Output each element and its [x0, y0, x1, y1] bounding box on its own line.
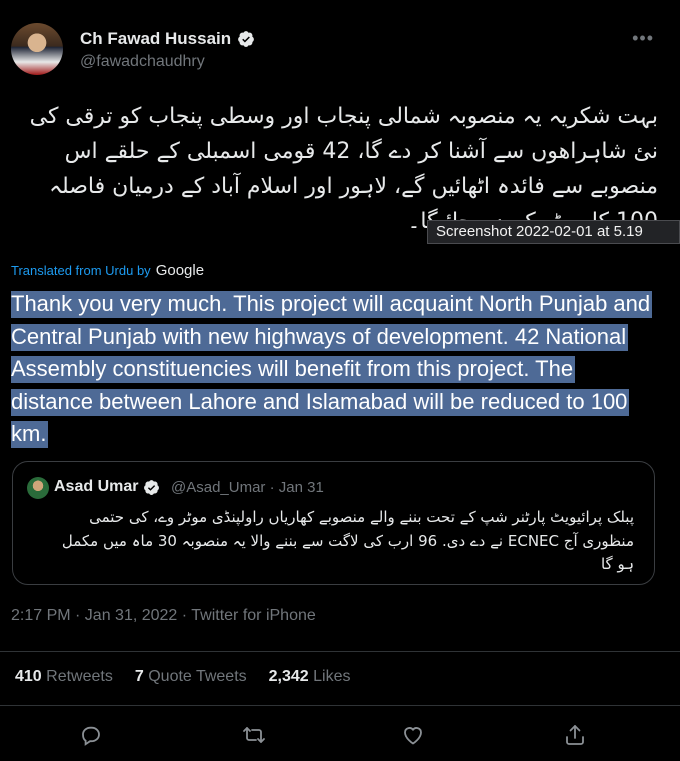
verified-badge-icon: [144, 479, 160, 495]
quoted-tweet-text: پبلک پرائیویٹ پارٹنر شپ کے تحت بننے والے…: [61, 508, 634, 573]
likes-label: Likes: [313, 668, 351, 685]
google-logo: Google: [155, 262, 205, 279]
quoted-author-avatar: [27, 477, 49, 499]
author-handle[interactable]: @fawadchaudhry: [80, 53, 205, 71]
quoted-author-name-row: Asad Umar: [54, 478, 160, 496]
likes-stat[interactable]: 2,342 Likes: [269, 668, 351, 686]
translated-label[interactable]: Translated from Urdu by: [11, 263, 151, 278]
divider: [0, 651, 680, 652]
quote-tweets-stat[interactable]: 7 Quote Tweets: [135, 668, 247, 686]
quoted-tweet-card[interactable]: Asad Umar @Asad_Umar · Jan 31 پبلک پرائی…: [12, 461, 655, 585]
likes-count: 2,342: [268, 668, 309, 685]
retweet-button[interactable]: [241, 722, 267, 748]
quotes-count: 7: [134, 668, 144, 685]
author-avatar[interactable]: [11, 23, 63, 75]
quoted-author-name: Asad Umar: [54, 478, 139, 495]
translation-text: Thank you very much. This project will a…: [11, 291, 653, 448]
share-button[interactable]: [562, 722, 588, 748]
quotes-label: Quote Tweets: [148, 668, 247, 685]
author-name[interactable]: Ch Fawad Hussain: [80, 29, 231, 49]
like-icon: [404, 727, 422, 745]
reply-icon: [82, 726, 100, 746]
divider: [0, 705, 680, 706]
retweets-count: 410: [15, 668, 42, 685]
tweet-timestamp[interactable]: 2:17 PM · Jan 31, 2022 · Twitter for iPh…: [11, 607, 316, 625]
more-icon[interactable]: •••: [632, 28, 654, 49]
retweet-icon: [243, 727, 265, 743]
like-button[interactable]: [400, 722, 426, 748]
retweets-stat[interactable]: 410 Retweets: [15, 668, 113, 686]
engagement-stats: 410 Retweets 7 Quote Tweets 2,342 Likes: [15, 668, 351, 686]
translation-attribution: Translated from Urdu by Google: [11, 262, 204, 279]
share-icon: [566, 725, 584, 745]
tweet-translation: Thank you very much. This project will a…: [11, 288, 661, 451]
retweets-label: Retweets: [46, 668, 113, 685]
screenshot-tooltip: Screenshot 2022-02-01 at 5.19: [427, 220, 680, 244]
verified-badge-icon: [238, 31, 255, 47]
reply-button[interactable]: [78, 722, 104, 748]
author-name-row[interactable]: Ch Fawad Hussain: [80, 29, 255, 49]
quoted-tweet-meta: @Asad_Umar · Jan 31: [171, 479, 324, 496]
